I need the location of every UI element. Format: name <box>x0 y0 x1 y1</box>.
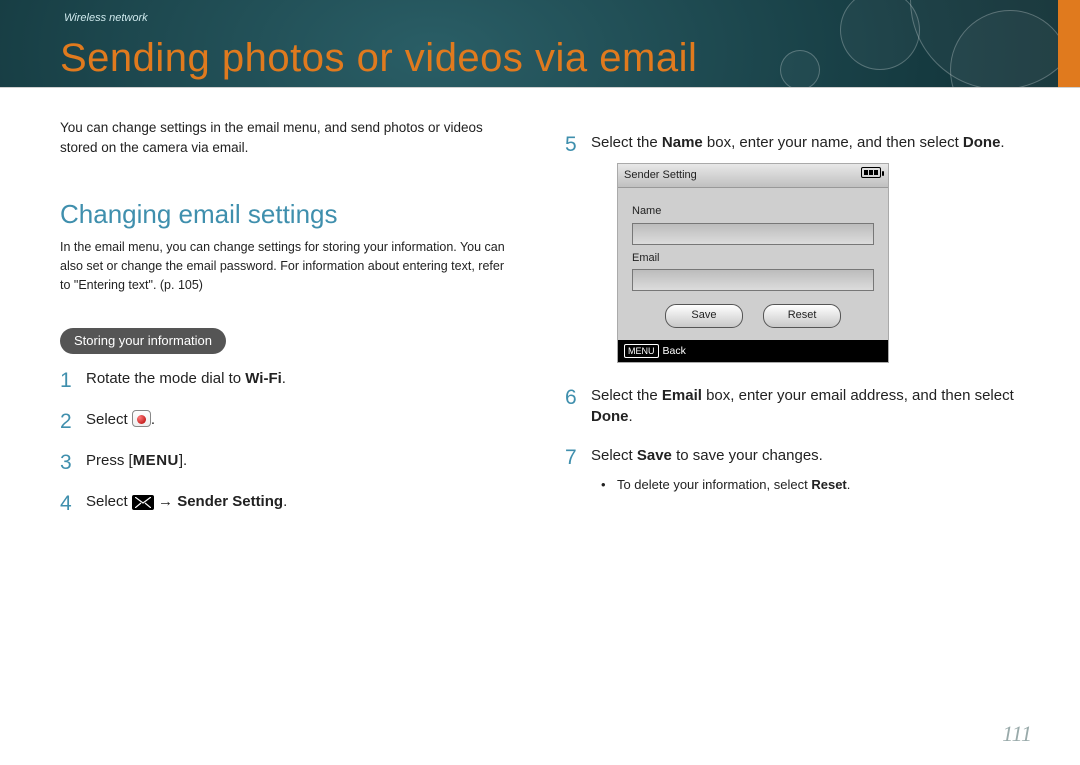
step-number: 3 <box>60 448 72 477</box>
reset-button[interactable]: Reset <box>763 304 841 327</box>
save-button[interactable]: Save <box>665 304 743 327</box>
accent-strip <box>1058 0 1080 87</box>
name-field[interactable] <box>632 223 874 245</box>
step-number: 6 <box>565 383 577 412</box>
section-description: In the email menu, you can change settin… <box>60 238 515 294</box>
email-app-icon <box>132 410 151 427</box>
step-5: 5 Select the Name box, enter your name, … <box>565 132 1020 363</box>
steps-right: 5 Select the Name box, enter your name, … <box>565 132 1020 494</box>
camera-screen-mock: Sender Setting Name Email Save Reset <box>617 163 889 363</box>
right-column: 5 Select the Name box, enter your name, … <box>565 118 1020 512</box>
section-title: Changing email settings <box>60 199 515 230</box>
page-header: Wireless network Sending photos or video… <box>0 0 1080 88</box>
step-number: 1 <box>60 366 72 395</box>
battery-icon <box>861 167 881 178</box>
screen-footer: MENU Back <box>618 340 888 363</box>
step-4: 4 Select → Sender Setting. <box>60 491 515 512</box>
step-number: 7 <box>565 443 577 472</box>
email-field[interactable] <box>632 269 874 291</box>
step-number: 4 <box>60 489 72 518</box>
step-7-note: To delete your information, select Reset… <box>591 476 1020 494</box>
intro-text: You can change settings in the email men… <box>60 118 515 157</box>
step-3: 3 Press [MENU]. <box>60 450 515 471</box>
left-column: You can change settings in the email men… <box>60 118 515 532</box>
step-7: 7 Select Save to save your changes. To d… <box>565 445 1020 494</box>
email-label: Email <box>632 251 874 266</box>
screen-title: Sender Setting <box>624 169 697 181</box>
page-number: 111 <box>1002 721 1032 747</box>
envelope-icon <box>132 495 154 510</box>
footer-back-label: Back <box>663 345 686 357</box>
step-number: 2 <box>60 407 72 436</box>
steps-left: 1 Rotate the mode dial to Wi-Fi. 2 Selec… <box>60 368 515 512</box>
page-title: Sending photos or videos via email <box>60 36 697 81</box>
breadcrumb: Wireless network <box>64 12 148 24</box>
subsection-pill: Storing your information <box>60 328 226 354</box>
menu-label: MENU <box>133 452 179 469</box>
step-6: 6 Select the Email box, enter your email… <box>565 385 1020 427</box>
screen-titlebar: Sender Setting <box>618 164 888 188</box>
menu-badge-icon: MENU <box>624 344 659 359</box>
step-2: 2 Select . <box>60 409 515 430</box>
step-number: 5 <box>565 130 577 159</box>
step-1: 1 Rotate the mode dial to Wi-Fi. <box>60 368 515 389</box>
name-label: Name <box>632 204 874 219</box>
wifi-icon: Wi-Fi <box>245 370 282 387</box>
